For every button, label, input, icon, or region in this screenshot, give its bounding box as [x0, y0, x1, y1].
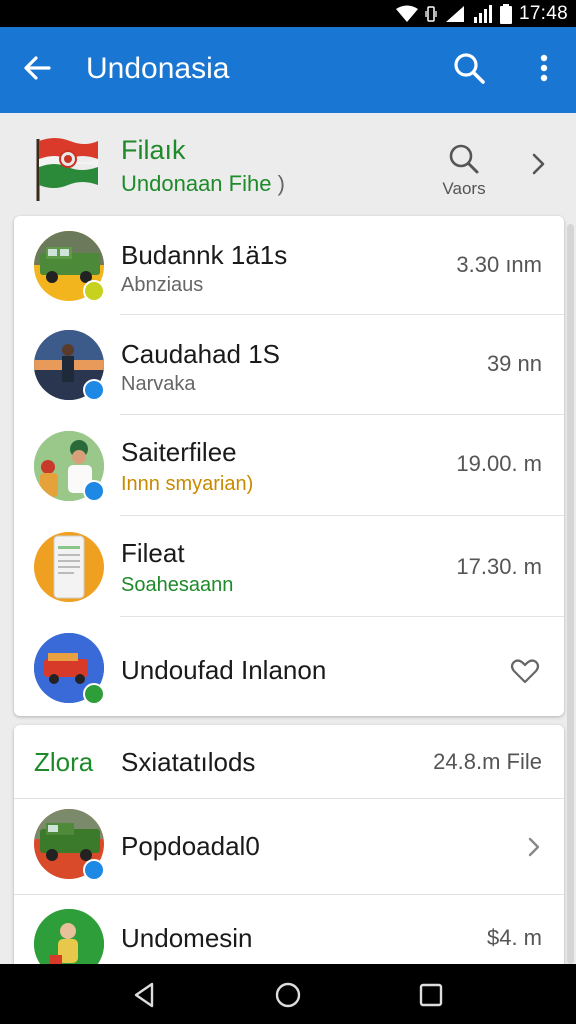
status-icons: 17:48: [395, 2, 568, 24]
heart-icon[interactable]: [510, 656, 540, 686]
flag-icon: [36, 138, 98, 201]
list-item[interactable]: Fileat Soahesaann 17.30. m: [14, 516, 564, 617]
nav-recents-icon[interactable]: [416, 980, 446, 1010]
item-title: Budannk 1ä1s: [121, 240, 288, 270]
list-item[interactable]: Saiterfilee Innn smyarian) 19.00. m: [14, 415, 564, 516]
info-subtitle: Undonaan Fihe ): [121, 171, 285, 197]
status-badge: [83, 280, 105, 302]
list-item[interactable]: Popdoadal0: [14, 799, 564, 895]
item-subtitle: Narvaka: [121, 373, 196, 395]
info-search-button[interactable]: Vaors: [432, 139, 496, 199]
item-title: Undoufad Inlanon: [121, 655, 327, 685]
info-subtitle-text: Undonaan Fihe: [121, 171, 272, 196]
item-title: Saiterfilee: [121, 437, 237, 467]
signal-icon: [445, 5, 464, 22]
status-badge: [83, 480, 105, 502]
item-subtitle: Abnziaus: [121, 274, 204, 296]
item-time: 19.00. m: [456, 451, 542, 476]
page-title: Undonasia: [86, 52, 230, 85]
signal-bars-icon: [473, 4, 492, 23]
vibrate-icon: [425, 5, 437, 22]
battery-icon: [499, 3, 512, 24]
files-label: Zlora: [34, 747, 94, 777]
info-title: Filaık: [121, 135, 186, 165]
files-size: 24.8.m File: [433, 749, 542, 774]
wifi-icon: [395, 5, 418, 22]
item-size: $4. m: [486, 925, 542, 950]
more-vert-icon[interactable]: [530, 51, 558, 85]
search-icon[interactable]: [452, 51, 486, 85]
files-title: Sxiatatılods: [121, 747, 256, 777]
item-time: 3.30 ınm: [456, 252, 542, 277]
status-badge: [83, 859, 105, 881]
item-title: Undomesin: [121, 923, 253, 953]
app-bar: Undonasia: [0, 27, 576, 113]
info-header: Filaık Undonaan Fihe ) Vaors: [0, 113, 576, 213]
scrollbar[interactable]: [567, 224, 574, 964]
info-search-label: Vaors: [442, 179, 486, 198]
list-item[interactable]: Budannk 1ä1s Abnziaus 3.30 ınm: [14, 216, 564, 315]
item-time: 39 nn: [486, 351, 542, 376]
nav-home-icon[interactable]: [273, 980, 303, 1010]
chevron-right-icon[interactable]: [528, 149, 550, 179]
document-image: [53, 535, 85, 599]
item-time: 17.30. m: [456, 554, 542, 579]
avatar: [34, 532, 104, 602]
chevron-right-icon[interactable]: [524, 833, 544, 861]
conversation-list-card: Budannk 1ä1s Abnziaus 3.30 ınm Caudahad …: [14, 216, 564, 716]
list-item[interactable]: Undoufad Inlanon: [14, 617, 564, 716]
item-title: Popdoadal0: [121, 831, 260, 861]
item-title: Fileat: [121, 538, 185, 568]
files-card: Zlora Sxiatatılods 24.8.m File Popdoadal…: [14, 725, 564, 979]
nav-back-icon[interactable]: [130, 980, 160, 1010]
back-arrow-icon[interactable]: [22, 53, 52, 83]
item-title: Caudahad 1S: [121, 339, 281, 369]
info-subtitle-suffix: ): [271, 171, 285, 196]
list-item[interactable]: Caudahad 1S Narvaka 39 nn: [14, 315, 564, 415]
navigation-bar: [0, 964, 576, 1024]
files-header-row[interactable]: Zlora Sxiatatılods 24.8.m File: [14, 725, 564, 799]
search-icon: [449, 144, 479, 174]
status-bar: 17:48: [0, 0, 576, 27]
status-time: 17:48: [518, 2, 568, 24]
status-badge: [83, 379, 105, 401]
list-item[interactable]: Undomesin $4. m: [14, 895, 564, 979]
status-badge: [83, 683, 105, 705]
item-subtitle: Innn smyarian): [121, 473, 254, 495]
item-subtitle: Soahesaann: [121, 574, 234, 596]
